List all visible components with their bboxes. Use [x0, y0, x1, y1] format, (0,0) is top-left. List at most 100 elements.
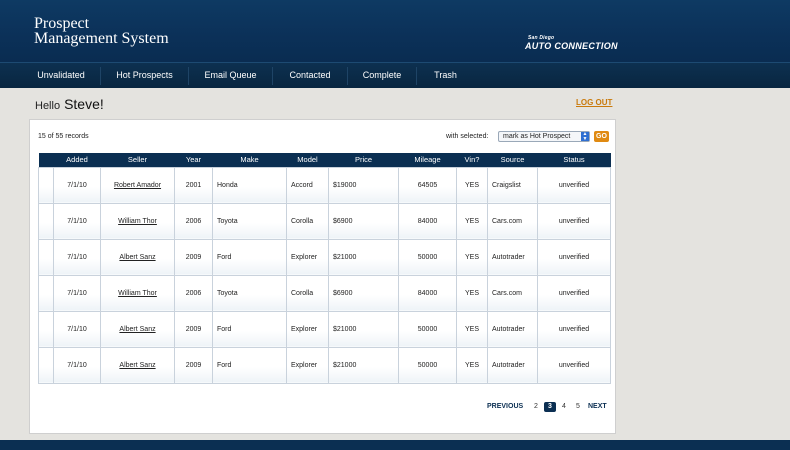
cell-year: 2006 [174, 202, 213, 240]
cell-model: Explorer [286, 238, 329, 276]
column-header-vin[interactable]: Vin? [456, 153, 488, 167]
cell-year: 2009 [174, 346, 213, 384]
record-count: 15 of 55 records [38, 133, 89, 140]
cell-source: Craigslist [487, 166, 538, 204]
cell-price: $6900 [328, 274, 399, 312]
table-row[interactable]: 7/1/10 Albert Sanz 2009 Ford Explorer $2… [38, 238, 611, 276]
cell-make: Honda [212, 166, 287, 204]
cell-added: 7/1/10 [53, 346, 101, 384]
pagination-page[interactable]: 2 [534, 403, 538, 410]
cell-vin: YES [456, 346, 488, 384]
cell-seller: Albert Sanz [100, 346, 175, 384]
column-header-price[interactable]: Price [328, 153, 399, 167]
column-header-mileage[interactable]: Mileage [398, 153, 457, 167]
cell-vin: YES [456, 310, 488, 348]
cell-mileage: 84000 [398, 274, 457, 312]
select-arrows-icon: ▲ ▼ [581, 131, 589, 142]
cell-mileage: 84000 [398, 202, 457, 240]
row-select-cell[interactable] [38, 238, 54, 276]
app-header: Prospect Management System San Diego AUT… [0, 0, 790, 62]
row-select-cell[interactable] [38, 202, 54, 240]
cell-year: 2009 [174, 310, 213, 348]
cell-price: $21000 [328, 238, 399, 276]
pagination-page[interactable]: 5 [576, 403, 580, 410]
cell-price: $6900 [328, 202, 399, 240]
cell-source: Cars.com [487, 202, 538, 240]
row-select-cell[interactable] [38, 310, 54, 348]
seller-link[interactable]: William Thor [118, 290, 157, 297]
cell-make: Ford [212, 238, 287, 276]
cell-model: Explorer [286, 346, 329, 384]
nav-item-trash[interactable]: Trash [417, 63, 474, 89]
seller-link[interactable]: Albert Sanz [119, 362, 155, 369]
cell-seller: Albert Sanz [100, 238, 175, 276]
table-row[interactable]: 7/1/10 William Thor 2006 Toyota Corolla … [38, 274, 611, 312]
cell-mileage: 50000 [398, 238, 457, 276]
pagination-current-page[interactable]: 3 [544, 402, 556, 412]
seller-link[interactable]: Albert Sanz [119, 254, 155, 261]
cell-source: Autotrader [487, 346, 538, 384]
cell-seller: Robert Amador [100, 166, 175, 204]
column-header-added[interactable]: Added [53, 153, 101, 167]
cell-price: $19000 [328, 166, 399, 204]
cell-added: 7/1/10 [53, 202, 101, 240]
cell-vin: YES [456, 166, 488, 204]
app-title: Prospect Management System [34, 15, 169, 47]
column-header-source[interactable]: Source [487, 153, 538, 167]
pagination-page[interactable]: 4 [562, 403, 566, 410]
seller-link[interactable]: Albert Sanz [119, 326, 155, 333]
greeting: Hello Steve! [35, 96, 104, 112]
row-select-cell[interactable] [38, 346, 54, 384]
nav-item-hot-prospects[interactable]: Hot Prospects [101, 63, 188, 89]
row-select-cell[interactable] [38, 274, 54, 312]
column-header-model[interactable]: Model [286, 153, 329, 167]
cell-mileage: 64505 [398, 166, 457, 204]
cell-added: 7/1/10 [53, 238, 101, 276]
seller-link[interactable]: Robert Amador [114, 182, 161, 189]
cell-seller: William Thor [100, 202, 175, 240]
pagination-next[interactable]: NEXT [588, 403, 607, 410]
cell-year: 2001 [174, 166, 213, 204]
cell-seller: William Thor [100, 274, 175, 312]
nav-item-contacted[interactable]: Contacted [273, 63, 347, 89]
table-row[interactable]: 7/1/10 William Thor 2006 Toyota Corolla … [38, 202, 611, 240]
column-header-make[interactable]: Make [212, 153, 287, 167]
nav-item-email-queue[interactable]: Email Queue [189, 63, 272, 89]
brand-logo: San Diego AUTO CONNECTION [524, 35, 620, 55]
app-title-line2: Management System [34, 30, 169, 47]
pagination-previous[interactable]: PREVIOUS [487, 403, 523, 410]
cell-model: Accord [286, 166, 329, 204]
cell-added: 7/1/10 [53, 310, 101, 348]
cell-year: 2006 [174, 274, 213, 312]
table-row[interactable]: 7/1/10 Albert Sanz 2009 Ford Explorer $2… [38, 310, 611, 348]
table-row[interactable]: 7/1/10 Robert Amador 2001 Honda Accord $… [38, 166, 611, 204]
cell-make: Toyota [212, 202, 287, 240]
go-button[interactable]: GO [594, 131, 609, 142]
app-title-line1: Prospect [34, 15, 90, 32]
cell-model: Explorer [286, 310, 329, 348]
prospects-table: Added Seller Year Make Model Price Milea… [38, 153, 611, 384]
cell-source: Autotrader [487, 310, 538, 348]
bulk-action-select[interactable]: mark as Hot Prospect ▲ ▼ [498, 131, 590, 142]
nav-item-complete[interactable]: Complete [348, 63, 416, 89]
column-header-select [38, 153, 54, 167]
cell-mileage: 50000 [398, 310, 457, 348]
column-header-status[interactable]: Status [537, 153, 611, 167]
cell-source: Autotrader [487, 238, 538, 276]
cell-vin: YES [456, 274, 488, 312]
logout-link[interactable]: LOG OUT [576, 98, 612, 107]
cell-make: Toyota [212, 274, 287, 312]
bulk-action-value: mark as Hot Prospect [503, 133, 571, 140]
main-nav: Unvalidated Hot Prospects Email Queue Co… [0, 62, 790, 88]
seller-link[interactable]: William Thor [118, 218, 157, 225]
cell-model: Corolla [286, 202, 329, 240]
cell-source: Cars.com [487, 274, 538, 312]
cell-status: unverified [537, 346, 611, 384]
cell-mileage: 50000 [398, 346, 457, 384]
table-row[interactable]: 7/1/10 Albert Sanz 2009 Ford Explorer $2… [38, 346, 611, 384]
nav-item-unvalidated[interactable]: Unvalidated [22, 63, 100, 89]
column-header-year[interactable]: Year [174, 153, 213, 167]
row-select-cell[interactable] [38, 166, 54, 204]
cell-make: Ford [212, 310, 287, 348]
column-header-seller[interactable]: Seller [100, 153, 175, 167]
